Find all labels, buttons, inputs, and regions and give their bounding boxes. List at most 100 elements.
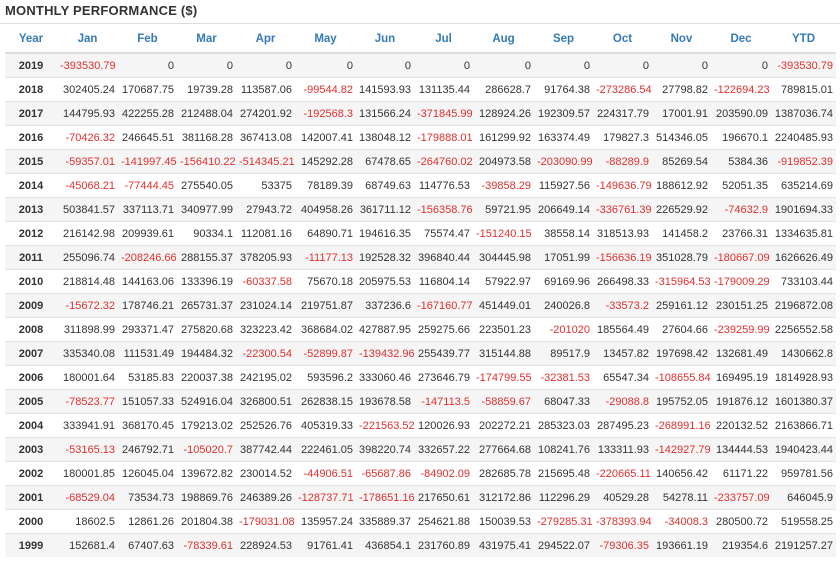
month-value-cell: 318513.93: [593, 221, 652, 246]
month-value-cell: 134444.53: [711, 437, 771, 462]
table-row: 2002 180001.85 126045.04 139672.82 230014.52…: [5, 461, 836, 486]
month-value-cell: 226529.92: [652, 197, 711, 222]
month-value-cell: 216142.98: [57, 221, 118, 246]
month-value-cell: 255096.74: [57, 245, 118, 270]
column-header-oct[interactable]: Oct: [593, 26, 652, 54]
year-cell: 2010: [5, 269, 57, 294]
month-value-cell: 112081.16: [236, 221, 295, 246]
month-value-cell: 141458.2: [652, 221, 711, 246]
month-value-cell: 73534.73: [118, 485, 177, 510]
title-divider: [0, 23, 840, 24]
month-value-cell: 19739.28: [177, 77, 236, 102]
month-value-cell: -273286.54: [593, 77, 652, 102]
page-title: MONTHLY PERFORMANCE ($): [5, 3, 198, 18]
column-header-may[interactable]: May: [295, 26, 356, 54]
month-value-cell: 524916.04: [177, 389, 236, 414]
month-value-cell: 91764.38: [534, 77, 593, 102]
month-value-cell: 396840.44: [414, 245, 473, 270]
column-header-mar[interactable]: Mar: [177, 26, 236, 54]
month-value-cell: -15672.32: [57, 293, 118, 318]
month-value-cell: -142927.79: [652, 437, 711, 462]
ytd-cell: 959781.56: [771, 461, 836, 486]
month-value-cell: 180001.64: [57, 365, 118, 390]
month-value-cell: 139672.82: [177, 461, 236, 486]
month-value-cell: 150039.53: [473, 509, 534, 534]
month-value-cell: 0: [118, 52, 177, 78]
month-value-cell: 431975.41: [473, 533, 534, 557]
month-value-cell: -174799.55: [473, 365, 534, 390]
month-value-cell: 0: [177, 52, 236, 78]
month-value-cell: -336761.39: [593, 197, 652, 222]
month-value-cell: -179888.01: [414, 125, 473, 150]
month-value-cell: -378393.94: [593, 509, 652, 534]
year-cell: 2001: [5, 485, 57, 510]
month-value-cell: -78339.61: [177, 533, 236, 557]
month-value-cell: 593596.2: [295, 365, 356, 390]
year-cell: 2015: [5, 149, 57, 174]
table-row: 2006 180001.64 53185.83 220037.38 242195.02 5…: [5, 365, 836, 390]
month-value-cell: -22300.54: [236, 341, 295, 366]
month-value-cell: 294522.07: [534, 533, 593, 557]
month-value-cell: -147113.5: [414, 389, 473, 414]
ytd-cell: 1334635.81: [771, 221, 836, 246]
month-value-cell: 53185.83: [118, 365, 177, 390]
ytd-cell: 2256552.58: [771, 317, 836, 342]
month-value-cell: 198869.76: [177, 485, 236, 510]
month-value-cell: -59357.01: [57, 149, 118, 174]
month-value-cell: 332657.22: [414, 437, 473, 462]
month-value-cell: 280500.72: [711, 509, 771, 534]
column-header-apr[interactable]: Apr: [236, 26, 295, 54]
month-value-cell: 404958.26: [295, 197, 356, 222]
month-value-cell: 115927.56: [534, 173, 593, 198]
month-value-cell: -33573.2: [593, 293, 652, 318]
table-row: 2000 18602.5 12861.26 201804.38 -179031.08 13…: [5, 509, 836, 534]
column-header-dec[interactable]: Dec: [711, 26, 771, 54]
month-value-cell: 78189.39: [295, 173, 356, 198]
column-header-feb[interactable]: Feb: [118, 26, 177, 54]
column-header-nov[interactable]: Nov: [652, 26, 711, 54]
month-value-cell: -122694.23: [711, 77, 771, 102]
month-value-cell: 219751.87: [295, 293, 356, 318]
month-value-cell: 0: [236, 52, 295, 78]
month-value-cell: -44906.51: [295, 461, 356, 486]
month-value-cell: -58859.67: [473, 389, 534, 414]
month-value-cell: 194484.32: [177, 341, 236, 366]
table-row: 2004 333941.91 368170.45 179213.02 252526.76…: [5, 413, 836, 438]
month-value-cell: 0: [295, 52, 356, 78]
ytd-cell: 2240485.93: [771, 125, 836, 150]
month-value-cell: 69169.96: [534, 269, 593, 294]
month-value-cell: -315964.53: [652, 269, 711, 294]
month-value-cell: 202272.21: [473, 413, 534, 438]
month-value-cell: 85269.54: [652, 149, 711, 174]
month-value-cell: 206649.14: [534, 197, 593, 222]
column-header-sep[interactable]: Sep: [534, 26, 593, 54]
column-header-aug[interactable]: Aug: [473, 26, 534, 54]
month-value-cell: 255439.77: [414, 341, 473, 366]
column-header-jan[interactable]: Jan: [57, 26, 118, 54]
month-value-cell: 265731.37: [177, 293, 236, 318]
month-value-cell: 0: [711, 52, 771, 78]
month-value-cell: -84902.09: [414, 461, 473, 486]
table-row: 1999 152681.4 67407.63 -78339.61 228924.53 91…: [5, 533, 836, 557]
month-value-cell: 131566.24: [356, 101, 414, 126]
year-cell: 2017: [5, 101, 57, 126]
month-value-cell: -108655.84: [652, 365, 711, 390]
column-header-year[interactable]: Year: [5, 26, 57, 54]
month-value-cell: 140656.42: [652, 461, 711, 486]
month-value-cell: 0: [534, 52, 593, 78]
month-value-cell: 231760.89: [414, 533, 473, 557]
month-value-cell: 315144.88: [473, 341, 534, 366]
table-row: 2009 -15672.32 178746.21 265731.37 231024.14…: [5, 293, 836, 318]
table-row: 2013 503841.57 337113.71 340977.99 27943.72 4…: [5, 197, 836, 222]
month-value-cell: 361711.12: [356, 197, 414, 222]
month-value-cell: 259161.12: [652, 293, 711, 318]
month-value-cell: 132681.49: [711, 341, 771, 366]
month-value-cell: -156358.76: [414, 197, 473, 222]
column-header-ytd[interactable]: YTD: [771, 26, 836, 54]
table-row: 2011 255096.74 -208246.66 288155.37 378205.9…: [5, 245, 836, 270]
column-header-jun[interactable]: Jun: [356, 26, 414, 54]
column-header-jul[interactable]: Jul: [414, 26, 473, 54]
month-value-cell: 27798.82: [652, 77, 711, 102]
month-value-cell: -514345.21: [236, 149, 295, 174]
month-value-cell: -371845.99: [414, 101, 473, 126]
